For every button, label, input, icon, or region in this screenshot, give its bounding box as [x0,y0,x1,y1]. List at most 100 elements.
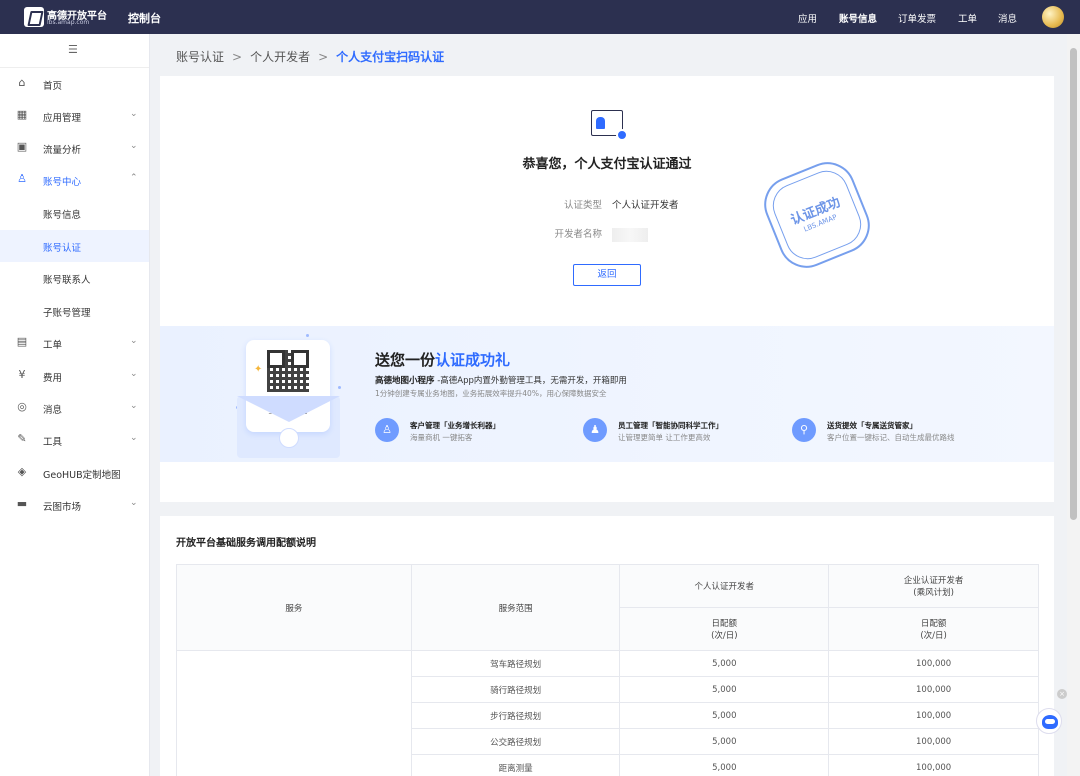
sidebar-item-fees[interactable]: ¥ 费用 ⌄ [0,360,149,392]
quota-card: 开放平台基础服务调用配额说明 服务 服务范围 个人认证开发者 企业认证开发者 (乘… [160,516,1054,776]
sidebar-item-label: 消息 [43,405,63,416]
sidebar-item-traffic[interactable]: ▣ 流量分析 ⌄ [0,132,149,164]
breadcrumb-current: 个人支付宝扫码认证 [336,50,445,64]
sidebar-item-sub-accounts[interactable]: 子账号管理 [0,295,149,327]
quota-table: 服务 服务范围 个人认证开发者 企业认证开发者 (乘风计划) 日配额 (次/日) 日… [176,564,1039,776]
feature-desc: 海量商机 一键拓客 [410,433,473,442]
top-bar: 高德开放平台 lbs.amap.com 控制台 应用 账号信息 订单发票 工单 … [0,0,1080,34]
scrollbar-thumb[interactable] [1070,48,1077,520]
sidebar-item-account-contacts[interactable]: 账号联系人 [0,262,149,294]
table-row: 驾车路径规划 5,000 100,000 [176,650,1039,776]
sidebar-item-label: 流量分析 [43,145,82,156]
sidebar-item-label: 账号联系人 [43,275,91,286]
sidebar-item-label: 工具 [43,437,63,448]
person-shape [596,117,605,129]
nav-invoices[interactable]: 订单发票 [898,11,936,25]
chevron-up-icon: ⌃ [130,173,138,183]
col-personal: 个人认证开发者 [619,564,830,608]
fee-icon: ¥ [18,368,26,381]
store-icon: ▬ [16,497,28,510]
enterprise-cell: 100,000 [828,650,1039,677]
staff-icon: ♟ [583,418,607,442]
sidebar-item-cloud-market[interactable]: ▬ 云图市场 ⌄ [0,489,149,521]
personal-cell: 5,000 [619,676,830,703]
sidebar-item-apps[interactable]: ▦ 应用管理 ⌄ [0,100,149,132]
sparkle-icon: ✦ [254,364,263,375]
service-cell [176,650,412,776]
check-badge-icon [616,129,628,141]
user-icon: ♙ [17,172,27,185]
col-enterprise-daily: 日配额 (次/日) [828,607,1039,651]
breadcrumb-account-verify[interactable]: 账号认证 [176,50,224,64]
nav-messages[interactable]: 消息 [998,11,1017,25]
sidebar-item-label: 账号中心 [43,177,82,188]
enterprise-cell: 100,000 [828,754,1039,776]
user-avatar[interactable] [1042,6,1064,28]
breadcrumb-separator: > [318,50,329,64]
chevron-down-icon: ⌄ [130,336,138,346]
sidebar-item-account-info[interactable]: 账号信息 [0,197,149,229]
sidebar-item-tickets[interactable]: ▤ 工单 ⌄ [0,327,149,359]
enterprise-cell: 100,000 [828,702,1039,729]
feature-desc: 让管理更简单 让工作更高效 [618,433,711,442]
back-button[interactable]: 返回 [573,264,641,286]
qr-code [267,350,309,392]
brand-logo[interactable]: 高德开放平台 lbs.amap.com [24,6,108,28]
personal-cell: 5,000 [619,754,830,776]
breadcrumb-separator: > [232,50,243,64]
customer-icon: ♙ [375,418,399,442]
home-icon: ⌂ [18,76,26,89]
feature-desc: 客户位置一键标记、自动生成最优路线 [827,433,955,442]
col-scope: 服务范围 [410,564,621,651]
tool-icon: ✎ [17,432,27,445]
nav-account-info[interactable]: 账号信息 [839,11,877,25]
feature-title: 员工管理「智能协同科学工作」 [618,421,723,430]
nav-tickets[interactable]: 工单 [958,11,977,25]
brand-domain: lbs.amap.com [47,19,90,26]
chart-icon: ▣ [16,140,28,153]
verify-type-row: 认证类型 个人认证开发者 [540,197,679,211]
verified-stamp: 认证成功 LBS.AMAP [755,153,879,277]
sidebar-item-label: GeoHUB定制地图 [43,470,121,481]
layers-icon: ◈ [17,465,27,478]
grid-icon: ▦ [16,108,28,121]
mini-program-line: 高德地图小程序 -高德App内置外勤管理工具，无需开发，开箱即用 [375,376,627,386]
decor-dot [306,334,309,337]
sidebar-item-account-center[interactable]: ♙ 账号中心 ⌃ [0,164,149,196]
developer-name-row: 开发者名称 [540,226,648,242]
sidebar-item-label: 应用管理 [43,113,82,124]
sidebar-item-messages[interactable]: ◎ 消息 ⌄ [0,392,149,424]
chevron-down-icon: ⌄ [130,109,138,119]
col-service: 服务 [176,564,412,651]
message-icon: ◎ [17,400,27,413]
sidebar: ☰ ⌂ 首页 ▦ 应用管理 ⌄ ▣ 流量分析 ⌄ ♙ 账号中心 ⌃ 账号信息 账… [0,34,150,776]
menu-icon[interactable]: ☰ [68,43,78,56]
nav-apps[interactable]: 应用 [798,11,817,25]
amap-logo-icon [24,7,44,27]
console-title[interactable]: 控制台 [128,10,161,26]
gift-title: 送您一份认证成功礼 [375,351,511,369]
sidebar-item-home[interactable]: ⌂ 首页 [0,68,149,100]
verify-type-value: 个人认证开发者 [612,200,679,211]
sidebar-item-label: 账号认证 [43,243,82,254]
quota-heading: 开放平台基础服务调用配额说明 [176,538,316,549]
sidebar-item-account-verify[interactable]: 账号认证 [0,230,149,262]
breadcrumb-personal-dev[interactable]: 个人开发者 [250,50,310,64]
envelope-flap [237,396,340,422]
sidebar-item-tools[interactable]: ✎ 工具 ⌄ [0,424,149,456]
assistant-bot-icon[interactable] [1036,708,1062,734]
sidebar-item-geohub[interactable]: ◈ GeoHUB定制地图 [0,457,149,489]
thumbs-up-icon [279,428,299,448]
ticket-icon: ▤ [16,335,28,348]
gift-banner: 使用高德地图扫码 立刻免费试用 ✦ 送您一份认证成功礼 高德地图小程序 -高德Ap… [160,326,1054,462]
sidebar-item-label: 首页 [43,81,63,92]
scope-cell: 驾车路径规划 [410,650,621,677]
col-enterprise: 企业认证开发者 (乘风计划) [828,564,1039,608]
personal-cell: 5,000 [619,650,830,677]
scope-cell: 步行路径规划 [410,702,621,729]
scope-cell: 公交路径规划 [410,728,621,755]
personal-cell: 5,000 [619,728,830,755]
verify-type-label: 认证类型 [563,200,602,211]
close-icon[interactable]: × [1057,689,1067,699]
sidebar-item-label: 费用 [43,373,63,384]
